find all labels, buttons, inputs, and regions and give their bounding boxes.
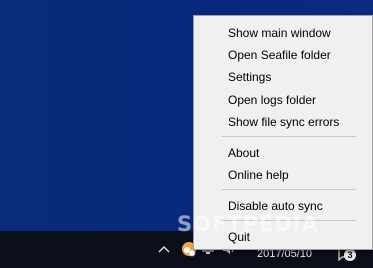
menu-item-disable-auto-sync[interactable]: Disable auto sync bbox=[228, 199, 323, 213]
menu-item-show-file-sync-errors[interactable]: Show file sync errors bbox=[228, 115, 339, 129]
menu-item-settings[interactable]: Settings bbox=[228, 70, 271, 84]
chevron-up-icon[interactable] bbox=[158, 243, 170, 257]
menu-separator bbox=[222, 189, 356, 190]
menu-item-about[interactable]: About bbox=[228, 146, 259, 160]
menu-item-open-seafile-folder[interactable]: Open Seafile folder bbox=[228, 48, 331, 62]
watermark: SOFTPEDIA bbox=[177, 212, 319, 236]
menu-item-open-logs-folder[interactable]: Open logs folder bbox=[228, 93, 316, 107]
notification-badge: 3 bbox=[344, 249, 356, 261]
menu-item-show-main-window[interactable]: Show main window bbox=[228, 26, 331, 40]
menu-separator bbox=[222, 136, 356, 137]
menu-item-online-help[interactable]: Online help bbox=[228, 168, 289, 182]
